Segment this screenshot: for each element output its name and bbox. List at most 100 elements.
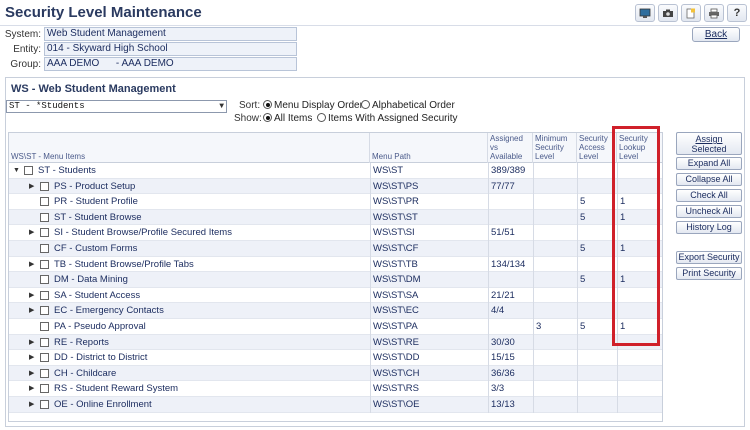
monitor-icon[interactable]: [635, 4, 655, 22]
column-divider: [370, 319, 371, 335]
table-row[interactable]: ▶ SA - Student Access WS\ST\SA 21/21: [9, 287, 662, 304]
row-checkbox[interactable]: [40, 306, 49, 316]
column-divider: [533, 178, 534, 195]
table-row[interactable]: ST - Student Browse WS\ST\ST 5 1: [9, 209, 662, 226]
column-header-menu-path[interactable]: Menu Path: [370, 133, 488, 163]
column-header-access-level[interactable]: Security Access Level: [577, 133, 617, 163]
expand-arrow-icon[interactable]: ▶: [29, 350, 34, 365]
sort-option-menu-order[interactable]: Menu Display Order: [263, 100, 363, 111]
collapse-all-button[interactable]: Collapse All: [676, 173, 742, 186]
menu-select[interactable]: ST - *Students ▼: [6, 100, 227, 113]
print-security-button[interactable]: Print Security: [676, 267, 742, 280]
column-divider: [370, 350, 371, 366]
sort-label: Sort:: [239, 100, 261, 111]
table-row[interactable]: ▼ ST - Students WS\ST 389/389: [9, 163, 662, 179]
expand-arrow-icon[interactable]: ▶: [29, 366, 34, 381]
menu-path-cell: WS\ST\PS: [373, 180, 419, 192]
expand-arrow-icon[interactable]: ▶: [29, 381, 34, 396]
radio-icon: [361, 100, 370, 109]
assigned-cell: 30/30: [491, 336, 515, 348]
row-checkbox[interactable]: [40, 368, 49, 378]
row-checkbox[interactable]: [40, 259, 49, 269]
expand-arrow-icon[interactable]: ▶: [29, 303, 34, 318]
table-row[interactable]: PA - Pseudo Approval WS\ST\PA 3 5 1: [9, 319, 662, 335]
collapse-arrow-icon[interactable]: ▼: [13, 163, 20, 178]
assigned-cell: 13/13: [491, 399, 515, 410]
assign-selected-button[interactable]: Assign Selected: [676, 132, 742, 155]
history-log-button[interactable]: History Log: [676, 221, 742, 234]
assigned-cell: 3/3: [491, 383, 505, 395]
expand-arrow-icon[interactable]: ▶: [29, 225, 34, 240]
expand-arrow-icon[interactable]: ▶: [29, 288, 34, 303]
row-checkbox[interactable]: [40, 275, 49, 285]
check-all-button[interactable]: Check All: [676, 189, 742, 202]
row-checkbox[interactable]: [40, 337, 49, 347]
column-divider: [577, 241, 578, 257]
row-checkbox[interactable]: [40, 322, 49, 331]
table-row[interactable]: CF - Custom Forms WS\ST\CF 5 1: [9, 241, 662, 257]
toolbar-icons: ?: [635, 4, 747, 22]
expand-arrow-icon[interactable]: ▶: [29, 257, 34, 272]
export-security-button[interactable]: Export Security: [676, 251, 742, 264]
show-option-all-items[interactable]: All Items: [263, 113, 312, 124]
table-row[interactable]: ▶ RE - Reports WS\ST\RE 30/30: [9, 334, 662, 351]
table-row[interactable]: ▶ SI - Student Browse/Profile Secured Ite…: [9, 225, 662, 241]
column-divider: [488, 334, 489, 351]
menu-path-cell: WS\ST\RE: [373, 336, 419, 348]
row-checkbox[interactable]: [40, 400, 49, 409]
help-icon[interactable]: ?: [727, 4, 747, 22]
assigned-cell: 51/51: [491, 227, 515, 239]
table-row[interactable]: DM - Data Mining WS\ST\DM 5 1: [9, 272, 662, 288]
table-row[interactable]: ▶ RS - Student Reward System WS\ST\RS 3/3: [9, 381, 662, 397]
row-checkbox[interactable]: [24, 166, 33, 175]
expand-arrow-icon[interactable]: ▶: [29, 397, 34, 412]
row-checkbox[interactable]: [40, 181, 49, 191]
row-checkbox[interactable]: [40, 244, 49, 253]
entity-label: Entity:: [13, 43, 41, 55]
back-button[interactable]: Back: [692, 27, 740, 42]
table-row[interactable]: ▶ CH - Childcare WS\ST\CH 36/36: [9, 365, 662, 382]
menu-item-label: EC - Emergency Contacts: [54, 305, 164, 317]
table-row[interactable]: PR - Student Profile WS\ST\PR 5 1: [9, 194, 662, 210]
column-divider: [533, 381, 534, 397]
show-option-assigned-security[interactable]: Items With Assigned Security: [317, 113, 458, 124]
column-header-menu-items[interactable]: WS\ST - Menu Items: [9, 133, 370, 163]
column-divider: [533, 225, 534, 241]
column-divider: [577, 178, 578, 195]
column-divider: [370, 272, 371, 288]
expand-arrow-icon[interactable]: ▶: [29, 335, 34, 350]
sort-option-alphabetical[interactable]: Alphabetical Order: [361, 100, 455, 111]
row-checkbox[interactable]: [40, 384, 49, 394]
table-row[interactable]: ▶ TB - Student Browse/Profile Tabs WS\ST\T…: [9, 256, 662, 273]
table-row[interactable]: ▶ DD - District to District WS\ST\DD 15/15: [9, 350, 662, 366]
row-checkbox[interactable]: [40, 353, 49, 363]
column-divider: [533, 334, 534, 351]
table-row[interactable]: ▶ OE - Online Enrollment WS\ST\OE 13/13: [9, 397, 662, 413]
column-divider: [488, 381, 489, 397]
menu-path-cell: WS\ST: [373, 165, 404, 176]
print-icon[interactable]: [704, 4, 724, 22]
uncheck-all-button[interactable]: Uncheck All: [676, 205, 742, 218]
column-divider: [370, 365, 371, 382]
menu-item-label: ST - Student Browse: [54, 211, 142, 223]
column-header-assigned[interactable]: Assigned vs Available: [488, 133, 533, 163]
column-divider: [370, 178, 371, 195]
column-divider: [577, 397, 578, 413]
table-row[interactable]: ▶ PS - Product Setup WS\ST\PS 77/77: [9, 178, 662, 195]
camera-icon[interactable]: [658, 4, 678, 22]
row-checkbox[interactable]: [40, 197, 49, 207]
lookup-column-highlight: [612, 126, 660, 346]
row-checkbox[interactable]: [40, 212, 49, 222]
table-row[interactable]: ▶ EC - Emergency Contacts WS\ST\EC 4/4: [9, 303, 662, 319]
expand-arrow-icon[interactable]: ▶: [29, 179, 34, 194]
column-header-min-security[interactable]: Minimum Security Level: [533, 133, 577, 163]
row-checkbox[interactable]: [40, 228, 49, 238]
column-divider: [577, 381, 578, 397]
notes-icon[interactable]: [681, 4, 701, 22]
column-divider: [533, 319, 534, 335]
column-divider: [488, 241, 489, 257]
expand-all-button[interactable]: Expand All: [676, 157, 742, 170]
column-divider: [577, 194, 578, 210]
column-divider: [533, 241, 534, 257]
row-checkbox[interactable]: [40, 290, 49, 300]
